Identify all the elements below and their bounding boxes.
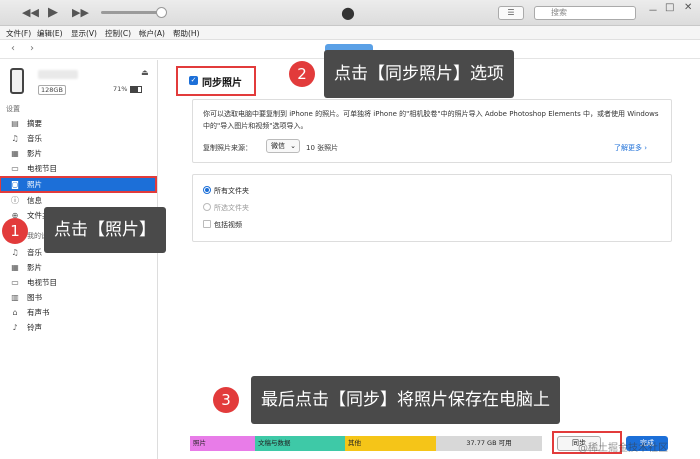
selected-folders-radio[interactable] — [203, 203, 211, 211]
device-name-blurred — [38, 70, 78, 79]
photo-sync-description: 你可以选取电脑中要复制到 iPhone 的照片。可单独将 iPhone 的"相机… — [203, 110, 659, 130]
storage-segment-photos: 照片 — [190, 436, 255, 451]
step-2-callout: 点击【同步照片】选项 — [324, 50, 514, 98]
storage-segment-other: 其他 — [345, 436, 436, 451]
capacity-badge: 128GB — [38, 85, 66, 95]
sidebar-item-music[interactable]: ♫ 音乐 — [0, 131, 156, 146]
sidebar-item-label: 信息 — [27, 196, 42, 205]
chevron-down-icon: ⌄ — [290, 142, 296, 150]
storage-segment-documents: 文稿与数据 — [255, 436, 345, 451]
sidebar-item-label: 照片 — [27, 180, 42, 189]
maximize-button[interactable]: □ — [665, 2, 674, 13]
step-1-badge: 1 — [2, 218, 28, 244]
sidebar-item-device-films[interactable]: ▦ 影片 — [0, 260, 156, 275]
volume-slider[interactable] — [101, 11, 161, 14]
iphone-icon — [10, 68, 24, 94]
folder-options-panel — [192, 174, 672, 242]
sidebar-item-label: 影片 — [27, 149, 42, 158]
step-2-badge: 2 — [289, 61, 315, 87]
sidebar-item-info[interactable]: ⓘ 信息 — [0, 193, 156, 208]
bell-icon: ♪ — [12, 323, 18, 332]
battery-level — [131, 87, 138, 92]
volume-knob[interactable] — [156, 7, 167, 18]
include-videos-checkbox[interactable] — [203, 220, 211, 228]
book-icon: ▥ — [11, 293, 19, 302]
play-icon[interactable]: ▶ — [48, 5, 58, 20]
next-track-icon[interactable]: ▶▶ — [72, 6, 89, 19]
photo-source-value: 微信 — [271, 142, 285, 150]
sidebar-item-device-audiobooks[interactable]: ⌂ 有声书 — [0, 305, 156, 320]
tv-icon: ▭ — [11, 278, 19, 287]
copy-from-label: 复制照片来源： — [203, 144, 252, 152]
music-icon: ♫ — [11, 134, 19, 143]
film-icon: ▦ — [11, 263, 19, 272]
step-3-badge: 3 — [213, 387, 239, 413]
forward-arrow-icon[interactable]: › — [30, 43, 34, 54]
previous-track-icon[interactable]: ◀◀ — [22, 6, 39, 19]
summary-icon: ▤ — [11, 119, 19, 128]
sidebar-item-films[interactable]: ▦ 影片 — [0, 146, 156, 161]
sidebar-item-label: 图书 — [27, 293, 42, 302]
sidebar-item-photos[interactable]: ◙ 照片 — [0, 176, 157, 193]
step-1-callout: 点击【照片】 — [44, 207, 166, 253]
sidebar-item-label: 电视节目 — [27, 278, 57, 287]
sidebar-item-tv[interactable]: ▭ 电视节目 — [0, 161, 156, 176]
eject-icon[interactable]: ⏏ — [141, 68, 149, 77]
photo-source-select[interactable]: 微信 ⌄ — [266, 139, 300, 153]
sidebar-item-device-ringtones[interactable]: ♪ 铃声 — [0, 320, 156, 335]
film-icon: ▦ — [11, 149, 19, 158]
audiobook-icon: ⌂ — [12, 308, 18, 317]
menu-controls[interactable]: 控制(C) — [105, 28, 131, 39]
search-input[interactable]: 搜索 — [534, 6, 636, 20]
include-videos-label[interactable]: 包括视频 — [214, 220, 242, 230]
menu-help[interactable]: 帮助(H) — [173, 28, 200, 39]
selected-folders-label[interactable]: 所选文件夹 — [214, 203, 249, 213]
info-icon: ⓘ — [11, 196, 19, 205]
menu-view[interactable]: 显示(V) — [71, 28, 97, 39]
sidebar-item-label: 音乐 — [27, 134, 42, 143]
radio-selected-dot — [205, 188, 209, 192]
music-icon: ♫ — [11, 248, 19, 257]
menu-edit[interactable]: 编辑(E) — [37, 28, 63, 39]
list-view-button[interactable]: ☰ — [498, 6, 524, 20]
close-button[interactable]: ✕ — [684, 2, 692, 13]
sidebar-item-summary[interactable]: ▤ 摘要 — [0, 116, 156, 131]
battery-percentage: 71% — [113, 85, 128, 93]
sync-photos-label[interactable]: 同步照片 — [202, 74, 242, 89]
learn-more-link[interactable]: 了解更多 › — [614, 143, 647, 153]
settings-header: 设置 — [6, 105, 20, 113]
sidebar-item-label: 电视节目 — [27, 164, 57, 173]
menu-account[interactable]: 帐户(A) — [139, 28, 165, 39]
watermark: @稀土掘金技术社区 — [578, 443, 668, 454]
sidebar-item-label: 有声书 — [27, 308, 50, 317]
sidebar-item-label: 铃声 — [27, 323, 42, 332]
all-folders-label[interactable]: 所有文件夹 — [214, 186, 249, 196]
sync-photos-checkbox[interactable]: ✓ — [189, 76, 198, 85]
step-3-callout: 最后点击【同步】将照片保存在电脑上 — [251, 376, 560, 424]
storage-segment-free: 37.77 GB 可用 — [436, 436, 542, 451]
tv-icon: ▭ — [11, 164, 19, 173]
menu-file[interactable]: 文件(F) — [6, 28, 31, 39]
camera-icon: ◙ — [11, 180, 19, 189]
minimize-button[interactable]: － — [648, 2, 658, 17]
apple-logo-icon: ● — [341, 3, 355, 22]
sidebar-item-device-tv[interactable]: ▭ 电视节目 — [0, 275, 156, 290]
back-arrow-icon[interactable]: ‹ — [11, 43, 15, 54]
sidebar-item-label: 音乐 — [27, 248, 42, 257]
photo-count: 10 张照片 — [306, 144, 339, 152]
sidebar-item-label: 摘要 — [27, 119, 42, 128]
sidebar-item-device-books[interactable]: ▥ 图书 — [0, 290, 156, 305]
sidebar-item-label: 影片 — [27, 263, 42, 272]
